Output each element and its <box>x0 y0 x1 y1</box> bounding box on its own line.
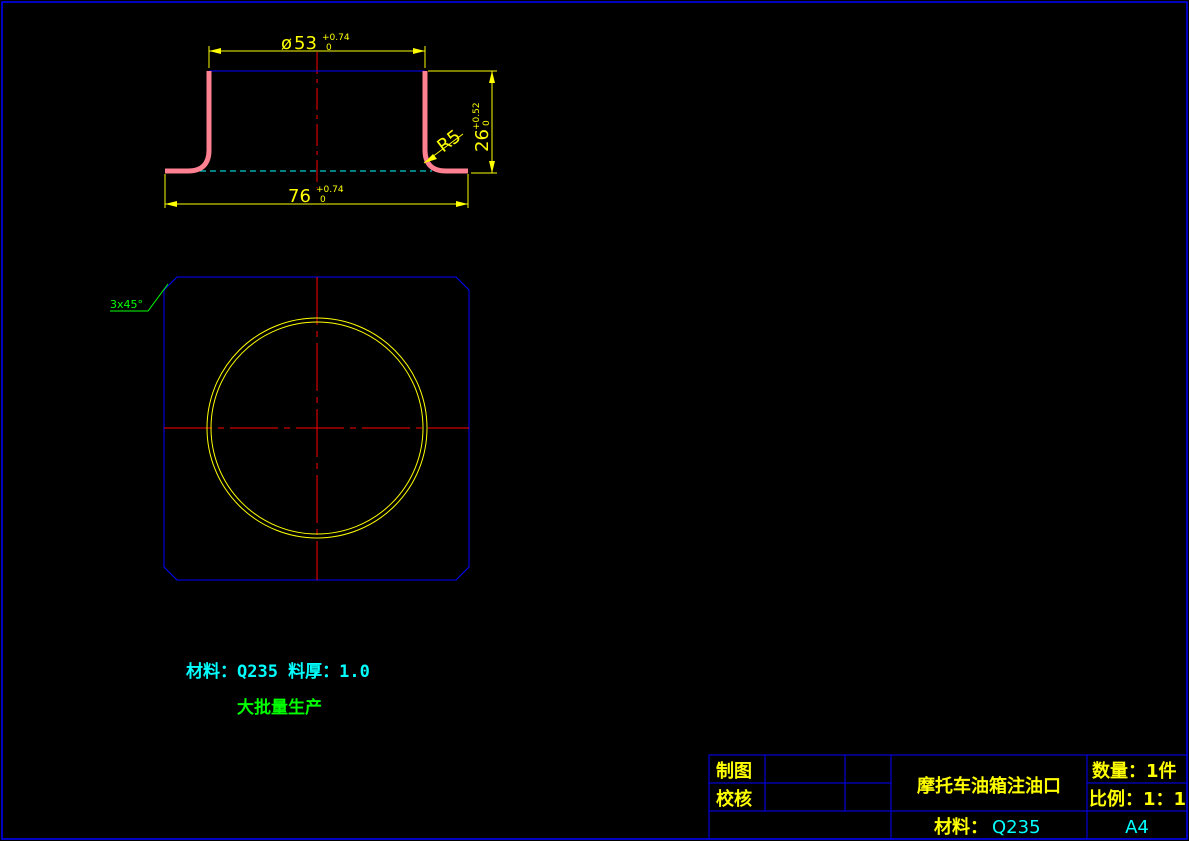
part-name: 摩托车油箱注油口 <box>917 775 1061 797</box>
left-wall-profile <box>165 71 212 174</box>
flange-width-value: 76 <box>288 186 311 207</box>
flange-width-upper-tol: +0.74 <box>316 185 344 195</box>
dim-arrow <box>489 161 495 173</box>
top-diameter-upper-tol: +0.74 <box>322 33 350 43</box>
drawing-border <box>1 1 1188 840</box>
plan-view: 3x45° <box>110 276 470 581</box>
height-lower-tol: 0 <box>482 120 492 126</box>
top-diameter-symbol: ø <box>281 33 292 54</box>
flange-width-lower-tol: 0 <box>320 195 326 205</box>
dim-arrow <box>413 48 425 54</box>
top-diameter-lower-tol: 0 <box>326 43 332 53</box>
material-thickness-note: 材料：Q235 料厚：1.0 <box>186 662 370 682</box>
material-value: Q235 <box>992 817 1041 838</box>
dim-arrow <box>456 201 468 207</box>
material-label: 材料： <box>934 816 988 838</box>
cad-drawing: ø 53 +0.74 0 76 +0.74 0 26 +0.52 0 R5 3x… <box>1 1 1188 840</box>
scale: 比例：1：1 <box>1089 788 1186 810</box>
production-note: 大批量生产 <box>237 698 322 718</box>
sheet-size: A4 <box>1125 817 1149 838</box>
dim-arrow <box>165 201 177 207</box>
drawn-by-label: 制图 <box>716 761 752 782</box>
quantity: 数量：1件 <box>1092 760 1177 782</box>
dim-arrow <box>209 48 221 54</box>
title-block: 制图 校核 摩托车油箱注油口 数量：1件 比例：1：1 材料： Q235 A4 <box>708 754 1188 840</box>
checked-by-label: 校核 <box>716 788 752 810</box>
section-view: ø 53 +0.74 0 76 +0.74 0 26 +0.52 0 R5 <box>164 33 497 208</box>
dim-arrow <box>489 71 495 83</box>
chamfer-note: 3x45° <box>110 298 143 311</box>
top-diameter-value: 53 <box>294 33 317 54</box>
height-value: 26 <box>472 129 493 152</box>
height-upper-tol: +0.52 <box>472 102 482 130</box>
